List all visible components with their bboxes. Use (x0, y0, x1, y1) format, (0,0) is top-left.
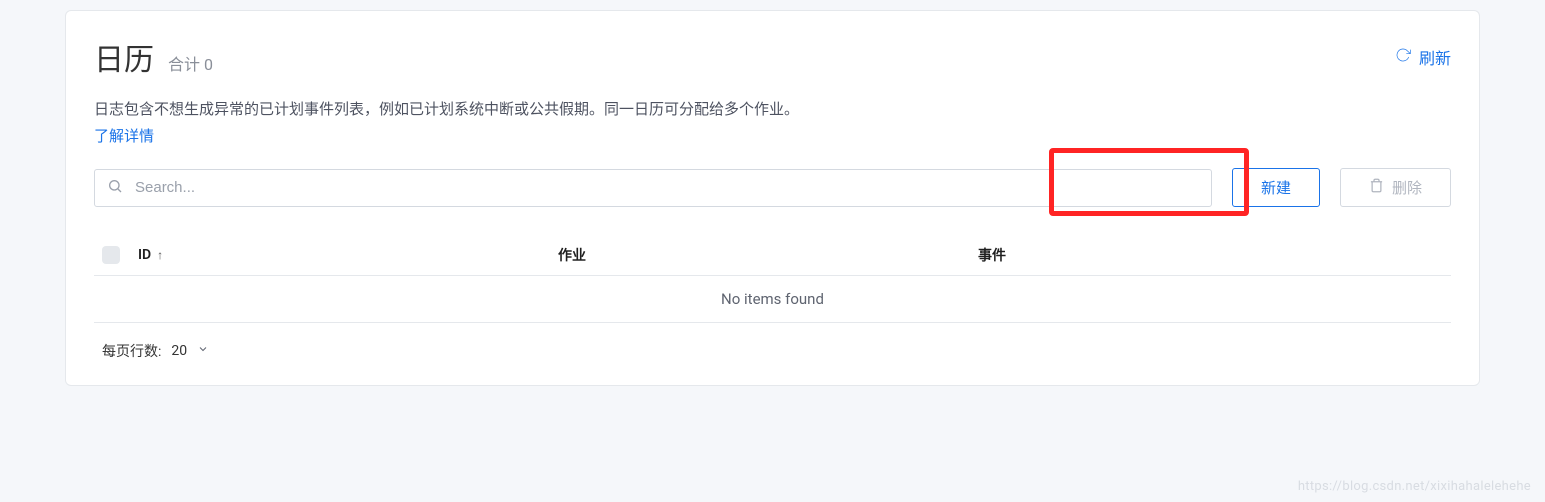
calendar-table: ID ↑ 作业 事件 No items found (94, 235, 1451, 323)
title-group: 日历 合计 0 (94, 35, 213, 79)
count-label: 合计 0 (168, 51, 213, 75)
column-job[interactable]: 作业 (558, 245, 978, 265)
calendar-panel: 日历 合计 0 刷新 日志包含不想生成异常的已计划事件列表，例如已计划系统中断或… (65, 10, 1480, 386)
column-event[interactable]: 事件 (978, 245, 1443, 265)
select-all-checkbox[interactable] (102, 246, 120, 264)
header-row: 日历 合计 0 刷新 (94, 35, 1451, 79)
refresh-icon (1395, 47, 1411, 68)
trash-icon (1369, 178, 1384, 197)
page-title: 日历 (94, 35, 154, 79)
search-wrap[interactable] (94, 169, 1212, 207)
search-icon (107, 178, 123, 198)
learn-more-link[interactable]: 了解详情 (94, 125, 154, 146)
table-header: ID ↑ 作业 事件 (94, 235, 1451, 276)
empty-state: No items found (94, 276, 1451, 323)
action-row: 新建 删除 (94, 168, 1451, 207)
column-id[interactable]: ID ↑ (138, 247, 558, 263)
chevron-down-icon[interactable] (197, 343, 209, 359)
search-input[interactable] (135, 179, 1199, 196)
create-button[interactable]: 新建 (1232, 168, 1320, 207)
rows-per-page-label: 每页行数: (102, 341, 161, 361)
pagination: 每页行数: 20 (94, 323, 1451, 365)
rows-per-page-value: 20 (171, 343, 187, 359)
select-all-cell (102, 246, 138, 264)
delete-button[interactable]: 删除 (1340, 168, 1451, 207)
watermark: https://blog.csdn.net/xixihahalelehehe (1298, 479, 1531, 494)
sort-asc-icon: ↑ (157, 248, 163, 262)
refresh-button[interactable]: 刷新 (1395, 45, 1451, 69)
description-text: 日志包含不想生成异常的已计划事件列表，例如已计划系统中断或公共假期。同一日历可分… (94, 97, 1451, 121)
